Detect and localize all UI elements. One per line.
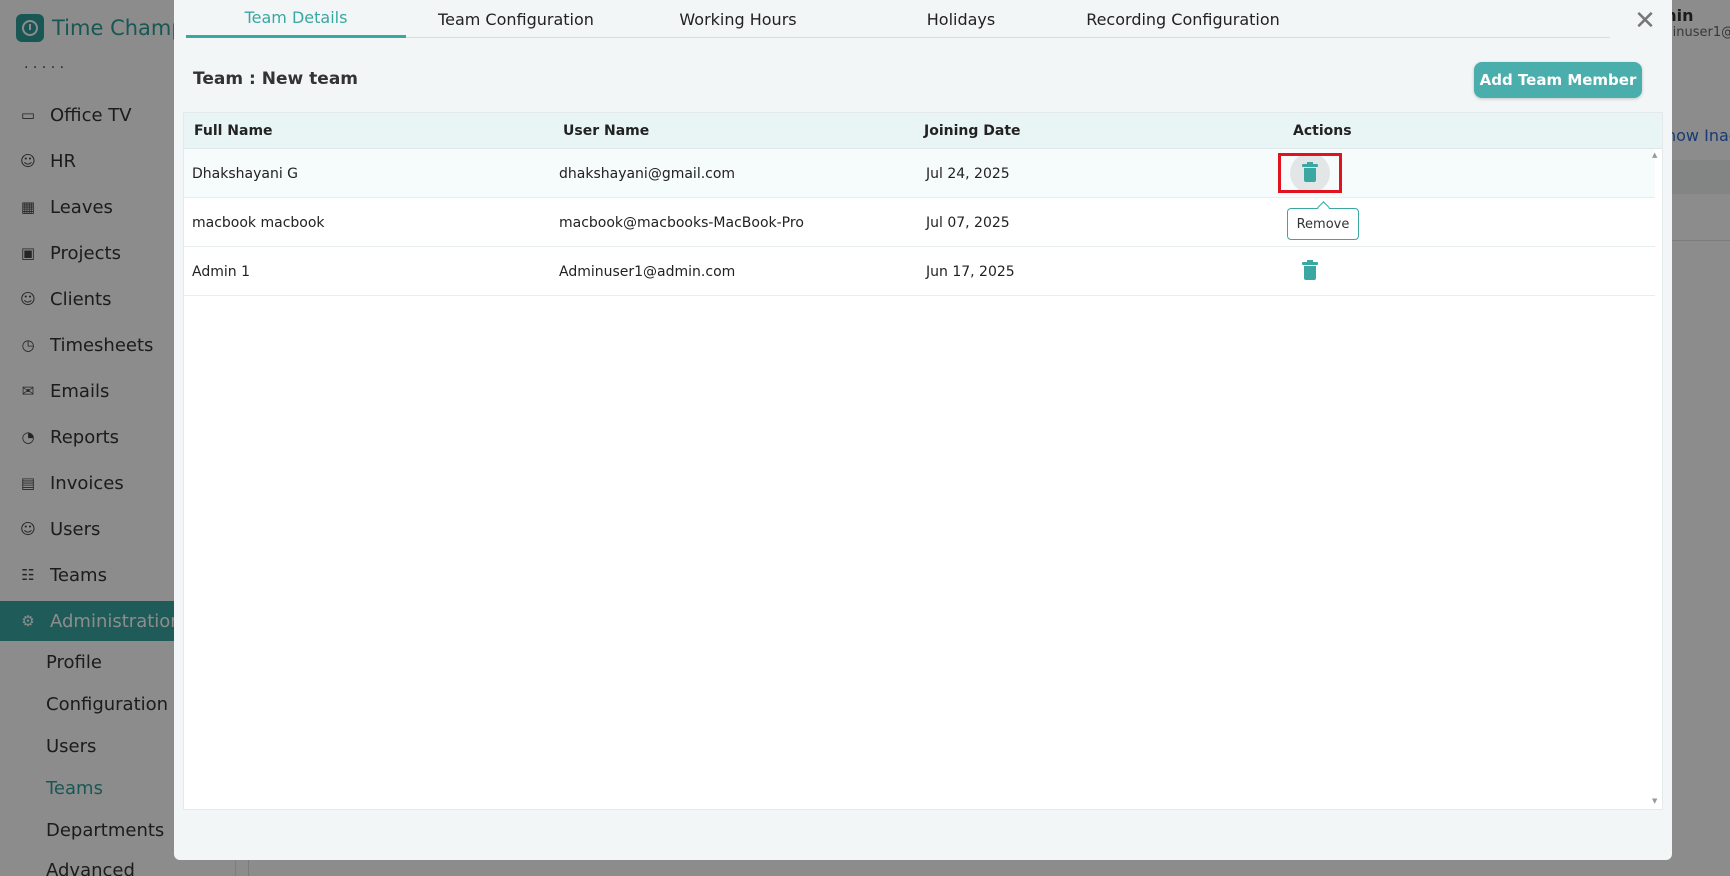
add-team-member-button[interactable]: Add Team Member xyxy=(1474,62,1642,98)
team-name: New team xyxy=(261,69,359,89)
column-header-actions: Actions xyxy=(1293,123,1352,139)
cell-user-name: macbook@macbooks-MacBook-Pro xyxy=(559,214,804,231)
table-header: Full Name User Name Joining Date Actions xyxy=(184,113,1662,149)
column-header-full-name[interactable]: Full Name xyxy=(194,113,273,149)
tab-team-configuration[interactable]: Team Configuration xyxy=(406,0,626,38)
team-members-table: Full Name User Name Joining Date Actions… xyxy=(183,112,1663,810)
column-header-joining-date[interactable]: Joining Date xyxy=(924,113,1021,149)
tab-working-hours[interactable]: Working Hours xyxy=(626,0,850,38)
scroll-down-arrow-icon[interactable]: ▼ xyxy=(1652,797,1657,805)
cell-joining-date: Jun 17, 2025 xyxy=(926,263,1015,280)
cell-full-name: Admin 1 xyxy=(192,263,250,280)
cell-joining-date: Jul 24, 2025 xyxy=(926,165,1010,182)
highlight-box xyxy=(1278,153,1342,193)
cell-user-name: dhakshayani@gmail.com xyxy=(559,165,736,182)
remove-tooltip: Remove xyxy=(1287,208,1359,240)
cell-full-name: macbook macbook xyxy=(192,214,325,231)
trash-icon xyxy=(1302,260,1318,280)
cell-full-name: Dhakshayani G xyxy=(192,165,299,182)
delete-button[interactable] xyxy=(1290,251,1330,291)
table-row: Admin 1 Adminuser1@admin.com Jun 17, 202… xyxy=(184,247,1655,296)
table-row: macbook macbook macbook@macbooks-MacBook… xyxy=(184,198,1655,247)
team-modal: Team Details Team Configuration Working … xyxy=(174,0,1672,860)
tab-recording-configuration[interactable]: Recording Configuration xyxy=(1072,0,1294,38)
tab-team-details[interactable]: Team Details xyxy=(186,0,406,38)
column-header-user-name[interactable]: User Name xyxy=(563,113,649,149)
team-title: Team : New team xyxy=(193,69,358,89)
team-label: Team : xyxy=(193,69,256,89)
close-icon[interactable]: ✕ xyxy=(1632,8,1658,34)
cell-joining-date: Jul 07, 2025 xyxy=(926,214,1010,231)
table-row: Dhakshayani G dhakshayani@gmail.com Jul … xyxy=(184,149,1655,198)
modal-tabs: Team Details Team Configuration Working … xyxy=(186,0,1610,38)
cell-user-name: Adminuser1@admin.com xyxy=(559,263,736,280)
scroll-up-arrow-icon[interactable]: ▲ xyxy=(1652,151,1657,159)
tab-holidays[interactable]: Holidays xyxy=(850,0,1072,38)
